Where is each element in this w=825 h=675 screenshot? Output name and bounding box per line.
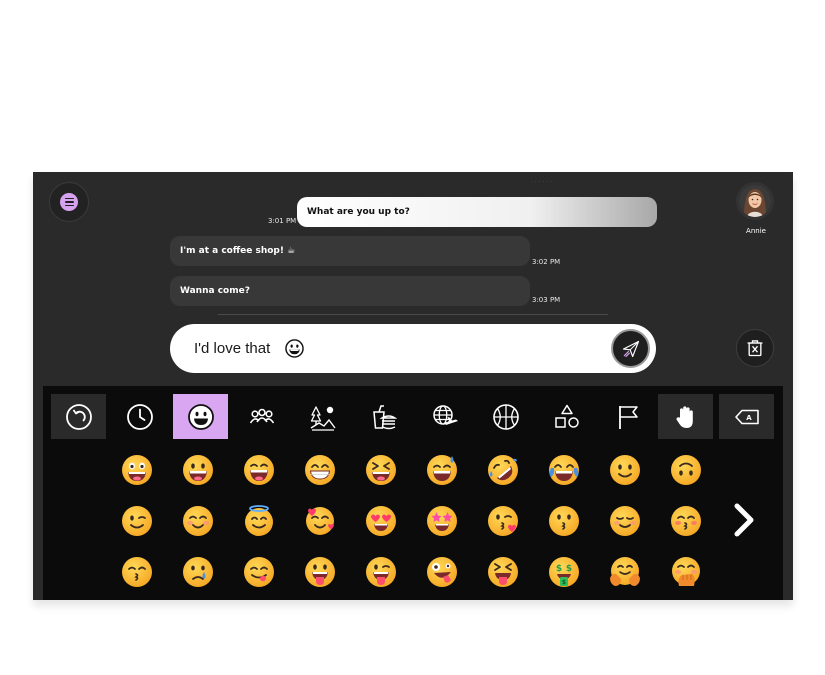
trash-icon xyxy=(747,340,763,357)
smiling-face-emoji[interactable] xyxy=(609,454,641,486)
flag-icon xyxy=(618,405,638,429)
heart-eyes-face-emoji[interactable] xyxy=(365,505,397,537)
send-button[interactable] xyxy=(611,329,650,368)
category-travel[interactable] xyxy=(417,394,472,439)
crying-face-emoji[interactable] xyxy=(182,556,214,588)
smiley-icon xyxy=(187,403,214,430)
next-page-arrow-icon[interactable] xyxy=(731,502,757,538)
undo-icon xyxy=(65,403,92,430)
upside-down-face-emoji[interactable] xyxy=(670,454,702,486)
kissing-smile-face-emoji[interactable] xyxy=(121,556,153,588)
emoji-category-bar: A xyxy=(43,394,783,439)
message-bubble-incoming: I'm at a coffee shop! ☕ xyxy=(170,236,530,266)
nature-icon xyxy=(310,405,336,431)
sweat-smile-face-emoji[interactable] xyxy=(426,454,458,486)
star-struck-face-emoji[interactable] xyxy=(426,505,458,537)
basketball-icon xyxy=(492,403,519,430)
message-bubble-outgoing: What are you up to? xyxy=(297,197,657,227)
emoji-keyboard: A $ $ $ xyxy=(43,386,783,600)
contact-name: Annie xyxy=(746,227,766,235)
tongue-out-face-emoji[interactable] xyxy=(304,556,336,588)
halo-face-emoji[interactable] xyxy=(243,505,275,537)
rolling-laughing-face-emoji[interactable] xyxy=(487,454,519,486)
hearts-face-emoji[interactable] xyxy=(304,505,336,537)
message-time: 3:02 PM xyxy=(532,258,561,266)
relaxed-face-emoji[interactable] xyxy=(609,505,641,537)
grinning-face-big-eyes-emoji[interactable] xyxy=(121,454,153,486)
money-mouth-face-emoji[interactable]: $ $ $ xyxy=(548,556,580,588)
clock-icon xyxy=(126,403,153,430)
backspace-button[interactable]: A xyxy=(719,394,774,439)
avatar-photo xyxy=(739,185,771,217)
grinning-squinting-face-emoji[interactable] xyxy=(243,454,275,486)
category-nature[interactable] xyxy=(295,394,350,439)
message-time: 3:03 PM xyxy=(532,296,561,304)
grinning-face-icon xyxy=(285,339,304,358)
svg-text:$: $ xyxy=(566,564,572,574)
faint-timestamp: · · · · · · xyxy=(531,179,552,186)
winking-face-emoji[interactable] xyxy=(121,505,153,537)
delete-button[interactable] xyxy=(736,329,774,367)
category-smileys[interactable] xyxy=(173,394,228,439)
chat-app-window: · · · · · · What are you up to? 3:01 PM … xyxy=(33,172,793,600)
grinning-face-emoji[interactable] xyxy=(182,454,214,486)
kissing-face-emoji[interactable] xyxy=(548,505,580,537)
squinting-tongue-out-face-emoji[interactable] xyxy=(487,556,519,588)
message-input[interactable]: I'd love that xyxy=(170,324,656,373)
category-flags[interactable] xyxy=(600,394,655,439)
menu-button[interactable] xyxy=(49,182,89,222)
category-back-button[interactable] xyxy=(51,394,106,439)
category-objects[interactable] xyxy=(539,394,594,439)
message-bubble-incoming: Wanna come? xyxy=(170,276,530,306)
yum-face-emoji[interactable] xyxy=(243,556,275,588)
message-input-text: I'd love that xyxy=(194,340,271,357)
kissing-blush-face-emoji[interactable] xyxy=(670,505,702,537)
hugging-face-emoji[interactable] xyxy=(609,556,641,588)
kiss-heart-face-emoji[interactable] xyxy=(487,505,519,537)
svg-text:$: $ xyxy=(562,579,566,586)
beaming-face-emoji[interactable] xyxy=(304,454,336,486)
hand-icon xyxy=(675,405,693,428)
divider xyxy=(218,314,608,315)
category-people[interactable] xyxy=(234,394,289,439)
send-icon xyxy=(622,340,639,357)
people-icon xyxy=(249,408,274,423)
backspace-label: A xyxy=(746,414,752,422)
category-recent[interactable] xyxy=(112,394,167,439)
backspace-icon: A xyxy=(734,409,759,424)
contact-avatar[interactable] xyxy=(736,182,774,220)
category-activities[interactable] xyxy=(478,394,533,439)
tears-of-joy-face-emoji[interactable] xyxy=(548,454,580,486)
message-text: I'm at a coffee shop! ☕ xyxy=(180,246,296,256)
globe-plane-icon xyxy=(432,404,458,425)
hamburger-icon xyxy=(60,193,78,211)
food-icon xyxy=(372,404,397,429)
hand-over-mouth-face-emoji[interactable] xyxy=(670,556,702,588)
shapes-icon xyxy=(554,404,579,428)
category-food[interactable] xyxy=(356,394,411,439)
message-text: Wanna come? xyxy=(180,286,250,296)
zany-face-emoji[interactable] xyxy=(426,556,458,588)
blushing-face-emoji[interactable] xyxy=(182,505,214,537)
category-hand-gestures[interactable] xyxy=(658,394,713,439)
squinting-tongue-face-emoji[interactable] xyxy=(365,454,397,486)
svg-text:$: $ xyxy=(556,564,562,574)
winking-tongue-face-emoji[interactable] xyxy=(365,556,397,588)
message-time: 3:01 PM xyxy=(268,217,297,225)
message-text: What are you up to? xyxy=(307,207,410,217)
